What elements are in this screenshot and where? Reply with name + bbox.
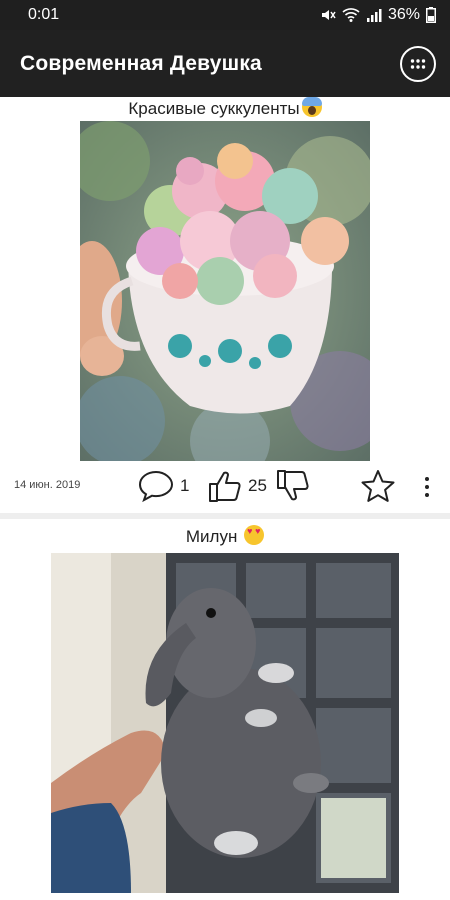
grid-menu-button[interactable]	[400, 45, 436, 82]
like-count: 25	[248, 476, 267, 495]
post-divider	[0, 513, 450, 519]
thumbs-down-icon	[277, 470, 309, 501]
comment-icon	[138, 470, 174, 503]
post-image-succulents[interactable]	[80, 121, 370, 461]
app-title: Современная Девушка	[20, 51, 262, 75]
post-date: 14 июн. 2019	[14, 479, 81, 491]
dislike-button[interactable]	[276, 469, 310, 503]
battery-percent: 36%	[387, 6, 420, 23]
comments-button[interactable]: 1	[138, 469, 189, 503]
star-icon	[361, 470, 395, 502]
post-card: Красивые суккуленты 14 июн. 2019 1 25	[0, 97, 450, 519]
grid-menu-icon	[410, 58, 426, 69]
favorite-button[interactable]	[360, 469, 396, 503]
post-title-text: Красивые суккуленты	[128, 99, 300, 118]
mute-icon	[321, 10, 336, 20]
post-title: Красивые суккуленты	[0, 97, 450, 121]
comment-count: 1	[180, 476, 190, 495]
post-actions: 14 июн. 2019 1 25	[0, 461, 450, 513]
more-options-icon[interactable]	[424, 477, 430, 499]
app-bar: Современная Девушка	[0, 30, 450, 97]
post-card: Милун	[0, 525, 450, 893]
status-time: 0:01	[28, 6, 60, 23]
screaming-face-emoji-icon	[301, 97, 322, 117]
battery-icon	[426, 7, 436, 23]
thumbs-up-icon	[209, 471, 241, 502]
signal-icon	[366, 9, 382, 22]
feed: Красивые суккуленты 14 июн. 2019 1 25 Ми…	[0, 97, 450, 893]
status-bar: 0:01 36%	[0, 0, 450, 30]
post-image-bunny[interactable]	[51, 553, 399, 893]
post-title-text: Милун	[185, 527, 238, 546]
status-icons: 36%	[320, 6, 436, 24]
heart-eyes-emoji-icon	[244, 525, 265, 545]
like-button[interactable]: 25	[208, 469, 267, 503]
post-title: Милун	[0, 525, 450, 549]
wifi-icon	[342, 8, 360, 22]
